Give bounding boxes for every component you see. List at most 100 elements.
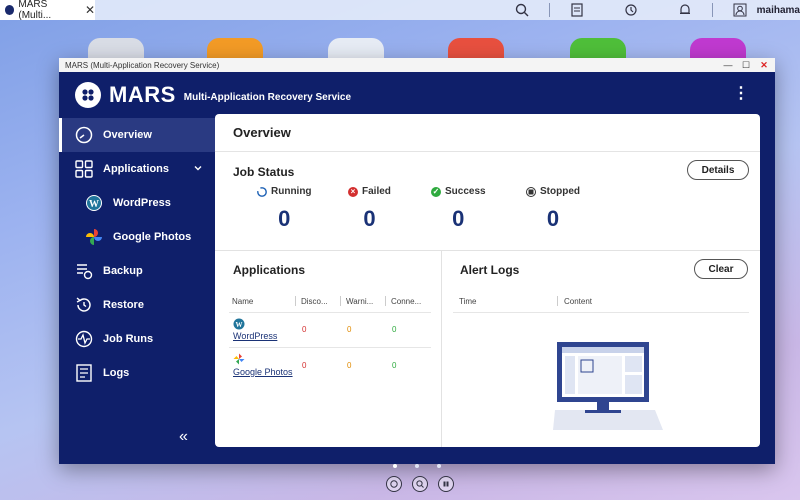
page-dot[interactable] bbox=[415, 464, 419, 468]
overview-panel: Overview Job Status Details Running 0 × … bbox=[215, 114, 760, 447]
column-header-content[interactable]: Content bbox=[564, 297, 592, 306]
sidebar-item-label: Logs bbox=[103, 367, 130, 379]
sidebar-item-label: Overview bbox=[103, 129, 152, 141]
user-icon[interactable] bbox=[731, 3, 749, 17]
pulse-icon bbox=[75, 330, 93, 348]
failed-icon: × bbox=[348, 186, 358, 197]
column-header-time[interactable]: Time bbox=[459, 297, 476, 306]
more-menu-icon[interactable]: ⋮ bbox=[733, 86, 749, 102]
sidebar-item-logs[interactable]: Logs bbox=[59, 356, 215, 390]
wordpress-icon: W bbox=[85, 194, 103, 212]
column-header-disconnected[interactable]: Disco... bbox=[301, 297, 328, 306]
sidebar-item-overview[interactable]: Overview bbox=[59, 118, 215, 152]
status-label: Running bbox=[271, 186, 312, 197]
table-divider bbox=[229, 347, 431, 348]
sidebar-item-google-photos[interactable]: Google Photos bbox=[59, 220, 215, 254]
status-stopped: Stopped 0 bbox=[526, 186, 580, 232]
app-subtitle: Multi-Application Recovery Service bbox=[183, 92, 352, 103]
sidebar-item-job-runs[interactable]: Job Runs bbox=[59, 322, 215, 356]
sidebar-item-label: Google Photos bbox=[113, 231, 192, 243]
sidebar-item-restore[interactable]: Restore bbox=[59, 288, 215, 322]
sidebar-item-label: Backup bbox=[103, 265, 143, 277]
window-titlebar[interactable]: MARS (Multi-Application Recovery Service… bbox=[59, 58, 775, 72]
status-running: Running 0 bbox=[257, 186, 312, 232]
restore-icon bbox=[75, 296, 93, 314]
page-dot[interactable] bbox=[393, 464, 397, 468]
column-header-connected[interactable]: Conne... bbox=[391, 297, 421, 306]
status-success: ✓ Success 0 bbox=[431, 186, 486, 232]
status-value: 0 bbox=[363, 206, 376, 231]
status-failed: × Failed 0 bbox=[348, 186, 391, 232]
chevron-down-icon[interactable] bbox=[193, 163, 203, 176]
job-status-title: Job Status bbox=[233, 165, 295, 179]
dock-apps-icon[interactable] bbox=[438, 476, 454, 492]
app-name: MARS bbox=[109, 82, 176, 107]
status-label: Failed bbox=[362, 186, 391, 197]
tasks-icon[interactable] bbox=[568, 3, 586, 17]
status-label: Stopped bbox=[540, 186, 580, 197]
google-photos-icon bbox=[233, 352, 245, 365]
bell-icon[interactable] bbox=[676, 3, 694, 17]
page-dot[interactable] bbox=[437, 464, 441, 468]
mars-logo-icon bbox=[75, 82, 101, 108]
gauge-icon bbox=[75, 126, 93, 144]
mars-favicon-icon bbox=[5, 5, 15, 15]
applications-title: Applications bbox=[233, 263, 306, 277]
maximize-icon[interactable]: ☐ bbox=[741, 60, 751, 71]
section-divider bbox=[441, 251, 442, 447]
status-label: Success bbox=[445, 186, 486, 197]
window-controls: — ☐ ✕ bbox=[723, 58, 769, 72]
details-button[interactable]: Details bbox=[687, 160, 749, 180]
system-tray: maihama bbox=[495, 0, 800, 20]
close-window-icon[interactable]: ✕ bbox=[759, 60, 769, 71]
running-icon bbox=[257, 186, 267, 197]
column-header-warning[interactable]: Warni... bbox=[346, 297, 373, 306]
column-header-name[interactable]: Name bbox=[232, 297, 253, 306]
sidebar-item-applications[interactable]: Applications bbox=[59, 152, 215, 186]
grid-icon bbox=[75, 160, 93, 178]
empty-state-monitor-icon bbox=[553, 342, 663, 430]
sidebar-item-label: Applications bbox=[103, 163, 170, 175]
mars-window: MARS (Multi-Application Recovery Service… bbox=[59, 58, 775, 464]
search-icon[interactable] bbox=[513, 3, 531, 17]
close-tab-icon[interactable]: ✕ bbox=[85, 3, 95, 17]
dock-search-icon[interactable] bbox=[412, 476, 428, 492]
sidebar: Overview Applications W WordPress Google… bbox=[59, 118, 215, 464]
table-divider bbox=[453, 312, 749, 313]
minimize-icon[interactable]: — bbox=[723, 60, 733, 70]
sync-icon[interactable] bbox=[622, 3, 640, 17]
logs-icon bbox=[75, 364, 93, 382]
application-link-google-photos[interactable]: Google Photos bbox=[233, 367, 293, 377]
browser-topbar: MARS (Multi... ✕ maihama bbox=[0, 0, 800, 21]
app-header: MARS Multi-Application Recovery Service … bbox=[59, 72, 775, 118]
desktop-dock bbox=[386, 476, 454, 492]
wordpress-icon: W bbox=[233, 317, 245, 330]
connected-count: 0 bbox=[392, 361, 397, 370]
page-title: Overview bbox=[215, 114, 760, 152]
connected-count: 0 bbox=[392, 325, 397, 334]
sidebar-item-label: WordPress bbox=[113, 197, 171, 209]
svg-text:W: W bbox=[89, 199, 99, 210]
dock-refresh-icon[interactable] bbox=[386, 476, 402, 492]
table-divider bbox=[229, 312, 431, 313]
disconnected-count: 0 bbox=[302, 361, 307, 370]
sidebar-item-backup[interactable]: Backup bbox=[59, 254, 215, 288]
tray-divider bbox=[711, 3, 713, 17]
status-value: 0 bbox=[546, 206, 560, 231]
status-value: 0 bbox=[452, 206, 465, 231]
stopped-icon bbox=[526, 186, 536, 197]
disconnected-count: 0 bbox=[302, 325, 307, 334]
warning-count: 0 bbox=[347, 361, 352, 370]
user-name[interactable]: maihama bbox=[757, 5, 800, 16]
collapse-sidebar-icon[interactable]: « bbox=[179, 428, 188, 446]
clear-button[interactable]: Clear bbox=[694, 259, 748, 279]
browser-tab[interactable]: MARS (Multi... ✕ bbox=[0, 0, 95, 21]
sidebar-item-wordpress[interactable]: W WordPress bbox=[59, 186, 215, 220]
google-photos-icon bbox=[85, 228, 103, 246]
alert-logs-title: Alert Logs bbox=[460, 263, 520, 277]
application-link-wordpress[interactable]: WordPress bbox=[233, 331, 277, 341]
column-divider bbox=[557, 296, 558, 306]
status-value: 0 bbox=[278, 206, 291, 231]
warning-count: 0 bbox=[347, 325, 352, 334]
browser-tab-title: MARS (Multi... bbox=[18, 0, 52, 21]
